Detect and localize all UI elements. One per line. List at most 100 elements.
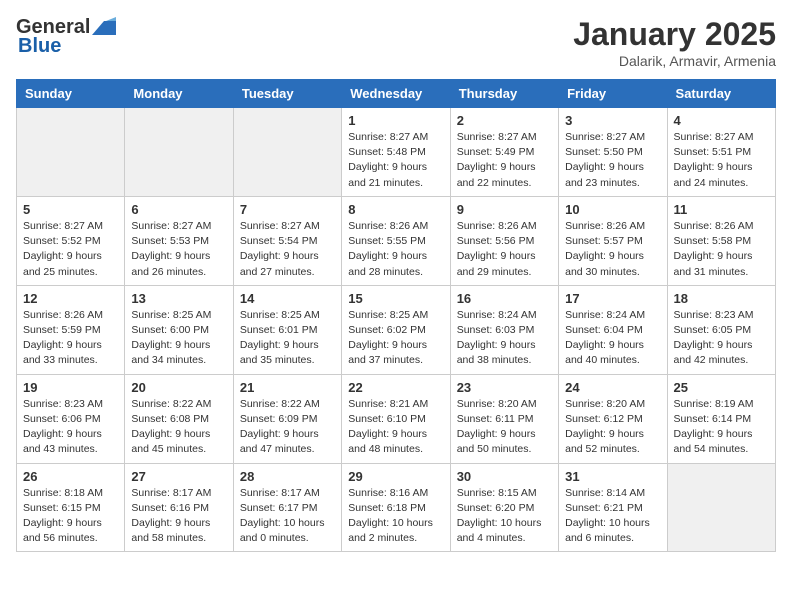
location: Dalarik, Armavir, Armenia xyxy=(573,53,776,69)
day-info: Sunrise: 8:22 AM Sunset: 6:09 PM Dayligh… xyxy=(240,397,335,458)
day-number: 30 xyxy=(457,469,552,484)
day-info: Sunrise: 8:23 AM Sunset: 6:05 PM Dayligh… xyxy=(674,308,769,369)
calendar-table: SundayMondayTuesdayWednesdayThursdayFrid… xyxy=(16,79,776,552)
page-header: General Blue January 2025 Dalarik, Armav… xyxy=(16,16,776,69)
day-info: Sunrise: 8:27 AM Sunset: 5:50 PM Dayligh… xyxy=(565,130,660,191)
day-header-friday: Friday xyxy=(559,80,667,108)
calendar-cell: 31Sunrise: 8:14 AM Sunset: 6:21 PM Dayli… xyxy=(559,463,667,552)
calendar-cell: 13Sunrise: 8:25 AM Sunset: 6:00 PM Dayli… xyxy=(125,285,233,374)
week-row-3: 12 Sunrise: 8:26 AM Sunset: 5:59 PM Dayli… xyxy=(17,285,776,374)
calendar-cell: 12 Sunrise: 8:26 AM Sunset: 5:59 PM Dayli… xyxy=(17,285,125,374)
day-number: 3 xyxy=(565,113,660,128)
calendar-cell xyxy=(125,108,233,197)
day-number: 16 xyxy=(457,291,552,306)
day-number: 15 xyxy=(348,291,443,306)
calendar-cell: 14 Sunrise: 8:25 AM Sunset: 6:01 PM Dayli… xyxy=(233,285,341,374)
day-number: 23 xyxy=(457,380,552,395)
day-number: 21 xyxy=(240,380,335,395)
day-number: 7 xyxy=(240,202,335,217)
day-header-sunday: Sunday xyxy=(17,80,125,108)
day-info: Sunrise: 8:15 AM Sunset: 6:20 PM Dayligh… xyxy=(457,486,552,547)
day-number: 2 xyxy=(457,113,552,128)
calendar-cell: 17Sunrise: 8:24 AM Sunset: 6:04 PM Dayli… xyxy=(559,285,667,374)
day-info: Sunrise: 8:26 AM Sunset: 5:59 PM Dayligh… xyxy=(23,308,118,369)
day-info: Sunrise: 8:25 AM Sunset: 6:02 PM Dayligh… xyxy=(348,308,443,369)
day-number: 10 xyxy=(565,202,660,217)
calendar-cell: 16 Sunrise: 8:24 AM Sunset: 6:03 PM Dayli… xyxy=(450,285,558,374)
day-number: 27 xyxy=(131,469,226,484)
day-header-saturday: Saturday xyxy=(667,80,775,108)
day-number: 8 xyxy=(348,202,443,217)
day-info: Sunrise: 8:27 AM Sunset: 5:54 PM Dayligh… xyxy=(240,219,335,280)
calendar-cell: 3 Sunrise: 8:27 AM Sunset: 5:50 PM Daylig… xyxy=(559,108,667,197)
day-number: 20 xyxy=(131,380,226,395)
day-number: 4 xyxy=(674,113,769,128)
calendar-cell: 1 Sunrise: 8:27 AM Sunset: 5:48 PM Daylig… xyxy=(342,108,450,197)
calendar-cell: 26 Sunrise: 8:18 AM Sunset: 6:15 PM Dayli… xyxy=(17,463,125,552)
day-info: Sunrise: 8:26 AM Sunset: 5:56 PM Dayligh… xyxy=(457,219,552,280)
calendar-cell: 24 Sunrise: 8:20 AM Sunset: 6:12 PM Dayli… xyxy=(559,374,667,463)
calendar-cell xyxy=(17,108,125,197)
logo-icon xyxy=(92,17,116,35)
calendar-cell: 25 Sunrise: 8:19 AM Sunset: 6:14 PM Dayli… xyxy=(667,374,775,463)
day-info: Sunrise: 8:26 AM Sunset: 5:55 PM Dayligh… xyxy=(348,219,443,280)
calendar-cell: 22 Sunrise: 8:21 AM Sunset: 6:10 PM Dayli… xyxy=(342,374,450,463)
day-info: Sunrise: 8:20 AM Sunset: 6:11 PM Dayligh… xyxy=(457,397,552,458)
calendar-cell: 7 Sunrise: 8:27 AM Sunset: 5:54 PM Daylig… xyxy=(233,196,341,285)
day-info: Sunrise: 8:21 AM Sunset: 6:10 PM Dayligh… xyxy=(348,397,443,458)
day-info: Sunrise: 8:27 AM Sunset: 5:51 PM Dayligh… xyxy=(674,130,769,191)
calendar-cell xyxy=(667,463,775,552)
calendar-cell: 11 Sunrise: 8:26 AM Sunset: 5:58 PM Dayli… xyxy=(667,196,775,285)
day-info: Sunrise: 8:16 AM Sunset: 6:18 PM Dayligh… xyxy=(348,486,443,547)
calendar-cell: 20Sunrise: 8:22 AM Sunset: 6:08 PM Dayli… xyxy=(125,374,233,463)
day-number: 6 xyxy=(131,202,226,217)
day-info: Sunrise: 8:25 AM Sunset: 6:01 PM Dayligh… xyxy=(240,308,335,369)
calendar-cell: 21 Sunrise: 8:22 AM Sunset: 6:09 PM Dayli… xyxy=(233,374,341,463)
month-title: January 2025 xyxy=(573,16,776,53)
day-header-tuesday: Tuesday xyxy=(233,80,341,108)
header-row: SundayMondayTuesdayWednesdayThursdayFrid… xyxy=(17,80,776,108)
calendar-cell: 8 Sunrise: 8:26 AM Sunset: 5:55 PM Daylig… xyxy=(342,196,450,285)
calendar-cell: 6 Sunrise: 8:27 AM Sunset: 5:53 PM Daylig… xyxy=(125,196,233,285)
day-info: Sunrise: 8:18 AM Sunset: 6:15 PM Dayligh… xyxy=(23,486,118,547)
day-number: 28 xyxy=(240,469,335,484)
calendar-cell: 15 Sunrise: 8:25 AM Sunset: 6:02 PM Dayli… xyxy=(342,285,450,374)
day-number: 13 xyxy=(131,291,226,306)
day-number: 1 xyxy=(348,113,443,128)
day-number: 9 xyxy=(457,202,552,217)
day-info: Sunrise: 8:17 AM Sunset: 6:17 PM Dayligh… xyxy=(240,486,335,547)
calendar-cell: 27 Sunrise: 8:17 AM Sunset: 6:16 PM Dayli… xyxy=(125,463,233,552)
calendar-cell: 29Sunrise: 8:16 AM Sunset: 6:18 PM Dayli… xyxy=(342,463,450,552)
day-number: 26 xyxy=(23,469,118,484)
calendar-cell: 9 Sunrise: 8:26 AM Sunset: 5:56 PM Daylig… xyxy=(450,196,558,285)
calendar-cell: 4 Sunrise: 8:27 AM Sunset: 5:51 PM Daylig… xyxy=(667,108,775,197)
day-info: Sunrise: 8:27 AM Sunset: 5:52 PM Dayligh… xyxy=(23,219,118,280)
day-info: Sunrise: 8:24 AM Sunset: 6:04 PM Dayligh… xyxy=(565,308,660,369)
day-info: Sunrise: 8:19 AM Sunset: 6:14 PM Dayligh… xyxy=(674,397,769,458)
day-number: 31 xyxy=(565,469,660,484)
day-number: 19 xyxy=(23,380,118,395)
calendar-cell: 18Sunrise: 8:23 AM Sunset: 6:05 PM Dayli… xyxy=(667,285,775,374)
day-header-thursday: Thursday xyxy=(450,80,558,108)
calendar-cell: 5Sunrise: 8:27 AM Sunset: 5:52 PM Daylig… xyxy=(17,196,125,285)
day-info: Sunrise: 8:27 AM Sunset: 5:49 PM Dayligh… xyxy=(457,130,552,191)
calendar-cell: 28 Sunrise: 8:17 AM Sunset: 6:17 PM Dayli… xyxy=(233,463,341,552)
day-number: 12 xyxy=(23,291,118,306)
day-number: 22 xyxy=(348,380,443,395)
day-number: 24 xyxy=(565,380,660,395)
day-info: Sunrise: 8:26 AM Sunset: 5:58 PM Dayligh… xyxy=(674,219,769,280)
week-row-2: 5Sunrise: 8:27 AM Sunset: 5:52 PM Daylig… xyxy=(17,196,776,285)
calendar-cell: 23 Sunrise: 8:20 AM Sunset: 6:11 PM Dayli… xyxy=(450,374,558,463)
day-info: Sunrise: 8:20 AM Sunset: 6:12 PM Dayligh… xyxy=(565,397,660,458)
logo-blue-text: Blue xyxy=(18,35,61,58)
day-number: 11 xyxy=(674,202,769,217)
day-number: 14 xyxy=(240,291,335,306)
day-info: Sunrise: 8:24 AM Sunset: 6:03 PM Dayligh… xyxy=(457,308,552,369)
week-row-5: 26 Sunrise: 8:18 AM Sunset: 6:15 PM Dayli… xyxy=(17,463,776,552)
day-info: Sunrise: 8:27 AM Sunset: 5:48 PM Dayligh… xyxy=(348,130,443,191)
calendar-cell: 30 Sunrise: 8:15 AM Sunset: 6:20 PM Dayli… xyxy=(450,463,558,552)
title-area: January 2025 Dalarik, Armavir, Armenia xyxy=(573,16,776,69)
day-info: Sunrise: 8:27 AM Sunset: 5:53 PM Dayligh… xyxy=(131,219,226,280)
day-info: Sunrise: 8:17 AM Sunset: 6:16 PM Dayligh… xyxy=(131,486,226,547)
day-number: 25 xyxy=(674,380,769,395)
